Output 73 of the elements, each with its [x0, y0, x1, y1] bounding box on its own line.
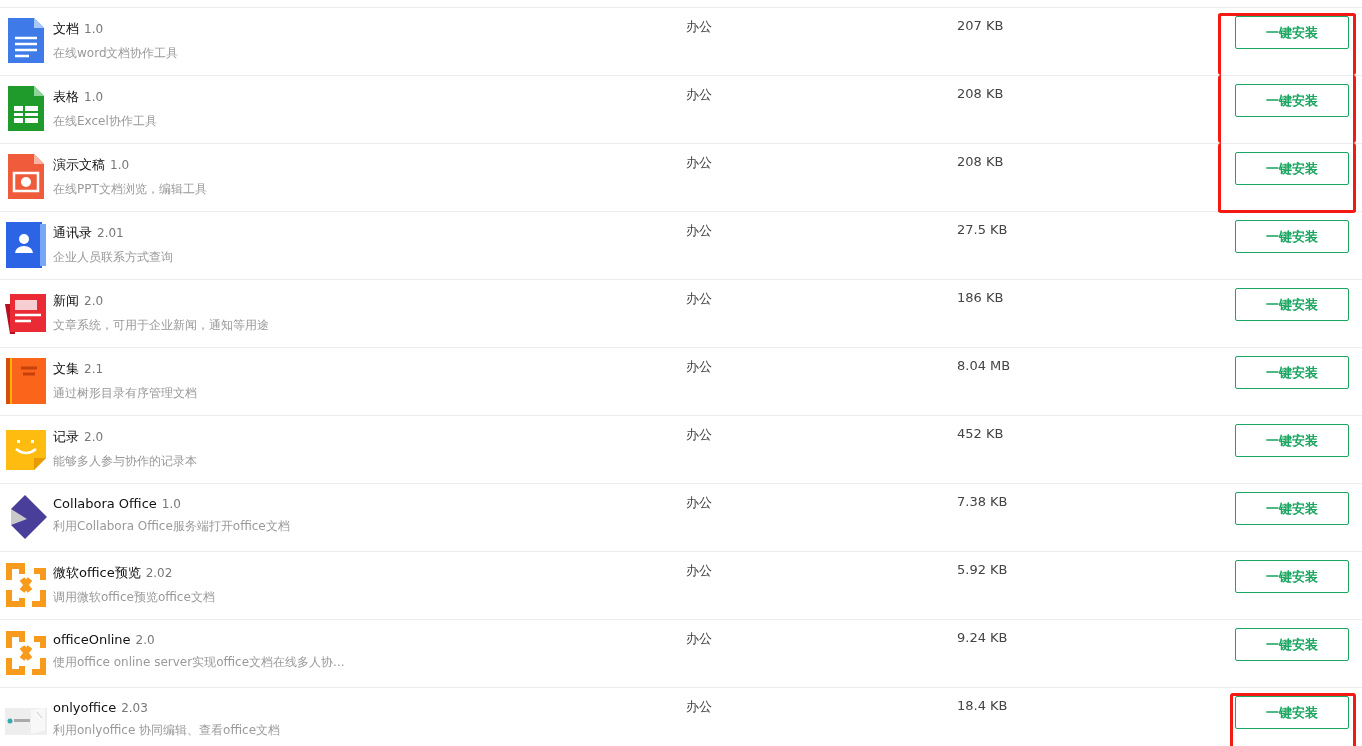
app-name: onlyoffice: [53, 700, 117, 715]
app-size: 18.4 KB: [957, 698, 1008, 713]
office-logo-icon: [5, 562, 47, 608]
install-button[interactable]: 一键安装: [1235, 356, 1349, 389]
app-version: 1.0: [84, 22, 104, 36]
app-version: 2.0: [135, 633, 155, 647]
app-name: 新闻: [53, 292, 79, 310]
contact-card-icon: [5, 222, 47, 268]
app-version: 2.1: [84, 362, 104, 376]
presentation-icon: [5, 154, 47, 200]
app-name: Collabora Office: [53, 496, 157, 511]
app-name: 微软office预览: [53, 564, 141, 582]
app-name: 通讯录: [53, 224, 92, 242]
app-category: 办公: [686, 494, 712, 512]
app-category: 办公: [686, 630, 712, 648]
app-version: 2.01: [97, 226, 124, 240]
app-description: 在线PPT文档浏览，编辑工具: [53, 181, 208, 198]
office-logo-icon: [5, 630, 47, 676]
app-size: 186 KB: [957, 290, 1004, 305]
app-category: 办公: [686, 18, 712, 36]
app-size: 5.92 KB: [957, 562, 1008, 577]
install-button[interactable]: 一键安装: [1235, 560, 1349, 593]
app-description: 能够多人参与协作的记录本: [53, 453, 198, 470]
app-version: 1.0: [161, 497, 181, 511]
app-version: 1.0: [84, 90, 104, 104]
app-category: 办公: [686, 698, 712, 716]
app-category: 办公: [686, 154, 712, 172]
app-size: 452 KB: [957, 426, 1004, 441]
app-version: 2.0: [84, 430, 104, 444]
app-description: 利用onlyoffice 协同编辑、查看office文档: [53, 722, 282, 739]
app-version: 2.02: [145, 566, 173, 580]
install-button[interactable]: 一键安装: [1235, 84, 1349, 117]
app-category: 办公: [686, 290, 712, 308]
install-button[interactable]: 一键安装: [1235, 492, 1349, 525]
app-size: 208 KB: [957, 154, 1004, 169]
app-description: 通过树形目录有序管理文档: [53, 385, 198, 402]
book-icon: [5, 358, 47, 404]
install-button[interactable]: 一键安装: [1235, 152, 1349, 185]
install-button[interactable]: 一键安装: [1235, 628, 1349, 661]
app-description: 文章系统，可用于企业新闻，通知等用途: [53, 317, 270, 334]
install-button[interactable]: 一键安装: [1235, 696, 1349, 729]
app-category: 办公: [686, 86, 712, 104]
install-button[interactable]: 一键安装: [1235, 220, 1349, 253]
spreadsheet-icon: [5, 86, 47, 132]
app-size: 8.04 MB: [957, 358, 1011, 373]
app-name: 演示文稿: [53, 156, 105, 174]
app-name: 文集: [53, 360, 79, 378]
app-version: 2.03: [121, 701, 148, 715]
document-icon: [5, 18, 47, 64]
app-description: 调用微软office预览office文档: [53, 589, 216, 606]
app-size: 207 KB: [957, 18, 1004, 33]
app-category: 办公: [686, 426, 712, 444]
app-size: 9.24 KB: [957, 630, 1008, 645]
install-button[interactable]: 一键安装: [1235, 16, 1349, 49]
app-name: 文档: [53, 20, 79, 38]
install-button[interactable]: 一键安装: [1235, 288, 1349, 321]
app-description: 企业人员联系方式查询: [53, 249, 174, 266]
app-name: 记录: [53, 428, 79, 446]
app-size: 208 KB: [957, 86, 1004, 101]
app-description: 在线word文档协作工具: [53, 45, 180, 62]
app-description: 在线Excel协作工具: [53, 113, 158, 130]
app-category: 办公: [686, 358, 712, 376]
app-name: 表格: [53, 88, 79, 106]
app-version: 1.0: [110, 158, 130, 172]
install-button[interactable]: 一键安装: [1235, 424, 1349, 457]
app-name: officeOnline: [53, 632, 131, 647]
app-version: 2.0: [84, 294, 104, 308]
app-category: 办公: [686, 222, 712, 240]
app-size: 27.5 KB: [957, 222, 1008, 237]
app-category: 办公: [686, 562, 712, 580]
app-description: 使用office online server实现office文档在线多人协...: [53, 654, 346, 671]
app-description: 利用Collabora Office服务端打开office文档: [53, 518, 291, 535]
app-size: 7.38 KB: [957, 494, 1008, 509]
